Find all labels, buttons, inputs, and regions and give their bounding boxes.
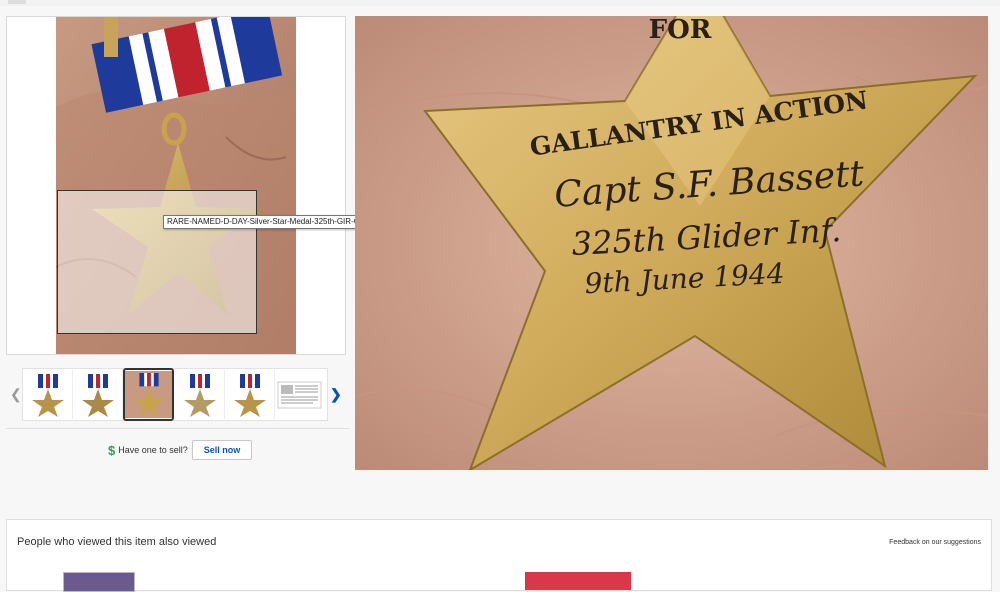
thumbnail-4[interactable] bbox=[175, 370, 225, 419]
medal-thumb-icon bbox=[82, 374, 114, 417]
also-viewed-title: People who viewed this item also viewed bbox=[17, 536, 217, 548]
chevron-right-icon[interactable]: ❯ bbox=[330, 386, 342, 403]
medal-thumb-icon bbox=[234, 374, 266, 417]
top-strip bbox=[0, 0, 1000, 6]
top-chip bbox=[8, 0, 26, 4]
also-viewed-card: People who viewed this item also viewed … bbox=[6, 519, 992, 592]
document-thumb-icon bbox=[277, 381, 322, 409]
feedback-link[interactable]: Feedback on our suggestions bbox=[889, 539, 981, 546]
medal-thumb-icon bbox=[32, 374, 64, 417]
medal-hand-thumb-icon bbox=[125, 371, 172, 418]
chevron-left-icon[interactable]: ❮ bbox=[10, 386, 22, 403]
medal-thumb-icon bbox=[184, 374, 216, 417]
dollar-icon: $ bbox=[108, 442, 116, 458]
medal-top-word: FOR bbox=[649, 16, 712, 45]
thumbnail-strip bbox=[22, 368, 328, 421]
sell-section: $ Have one to sell? Sell now bbox=[108, 439, 253, 461]
suggestion-thumbnail-1[interactable] bbox=[63, 572, 135, 592]
thumbnail-6[interactable] bbox=[275, 370, 324, 419]
main-image-panel[interactable] bbox=[6, 16, 346, 355]
zoom-lens[interactable] bbox=[57, 190, 257, 334]
thumbnail-2[interactable] bbox=[73, 370, 123, 419]
sell-now-button[interactable]: Sell now bbox=[191, 440, 253, 460]
suggestion-thumbnail-2[interactable] bbox=[525, 572, 631, 590]
thumbnail-3[interactable] bbox=[123, 368, 174, 421]
thumbnail-5[interactable] bbox=[225, 370, 275, 419]
thumbnail-1[interactable] bbox=[23, 370, 73, 419]
zoomed-image: FOR GALLANTRY IN ACTION Capt S.F. Basset… bbox=[355, 16, 988, 470]
sell-question: Have one to sell? bbox=[118, 445, 188, 455]
divider bbox=[6, 428, 350, 429]
